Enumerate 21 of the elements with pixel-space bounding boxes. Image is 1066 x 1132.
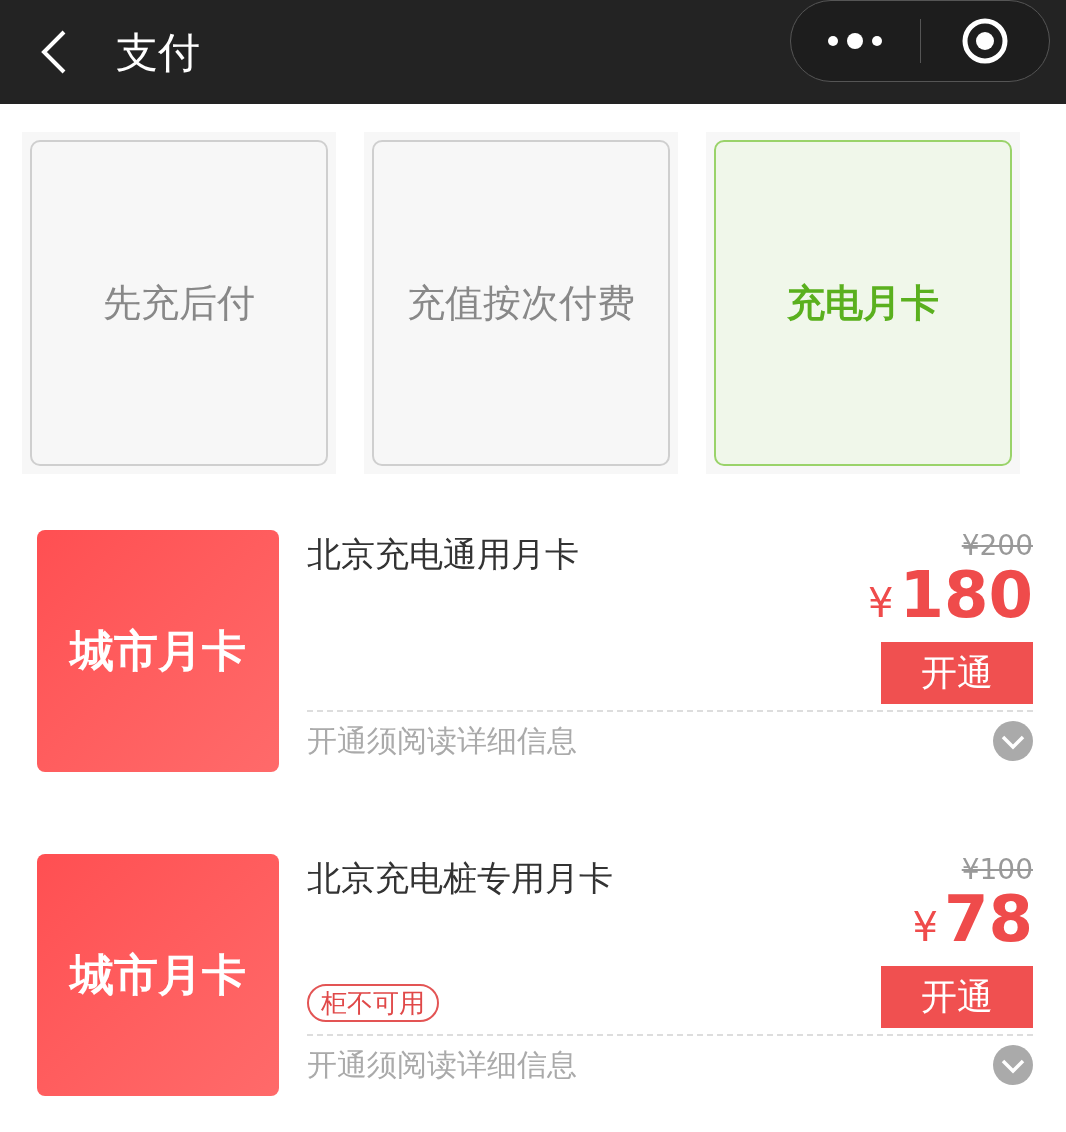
status-tag: 柜不可用 (307, 984, 439, 1022)
original-price: ¥100 (961, 854, 1033, 886)
sale-price: 180 (899, 562, 1033, 628)
activate-button[interactable]: 开通 (881, 966, 1033, 1028)
details-notice: 开通须阅读详细信息 (307, 722, 577, 760)
back-icon[interactable] (40, 30, 68, 74)
payment-tab[interactable]: 充电月卡 (714, 140, 1012, 466)
product-name: 北京充电桩专用月卡 (307, 857, 614, 900)
activate-button[interactable]: 开通 (881, 642, 1033, 704)
original-price: ¥200 (961, 530, 1033, 562)
product-name: 北京充电通用月卡 (307, 533, 580, 576)
payment-tab[interactable]: 充值按次付费 (372, 140, 670, 466)
cover-text: 城市月卡 (70, 624, 246, 678)
payment-tab[interactable]: 先充后付 (30, 140, 328, 466)
cover-text: 城市月卡 (70, 948, 246, 1002)
page-title: 支付 (116, 26, 200, 79)
currency-symbol: ¥ (867, 579, 894, 628)
sale-price: 78 (943, 886, 1033, 952)
details-notice: 开通须阅读详细信息 (307, 1046, 577, 1084)
currency-symbol: ¥ (912, 903, 938, 952)
more-icon[interactable] (827, 33, 884, 49)
